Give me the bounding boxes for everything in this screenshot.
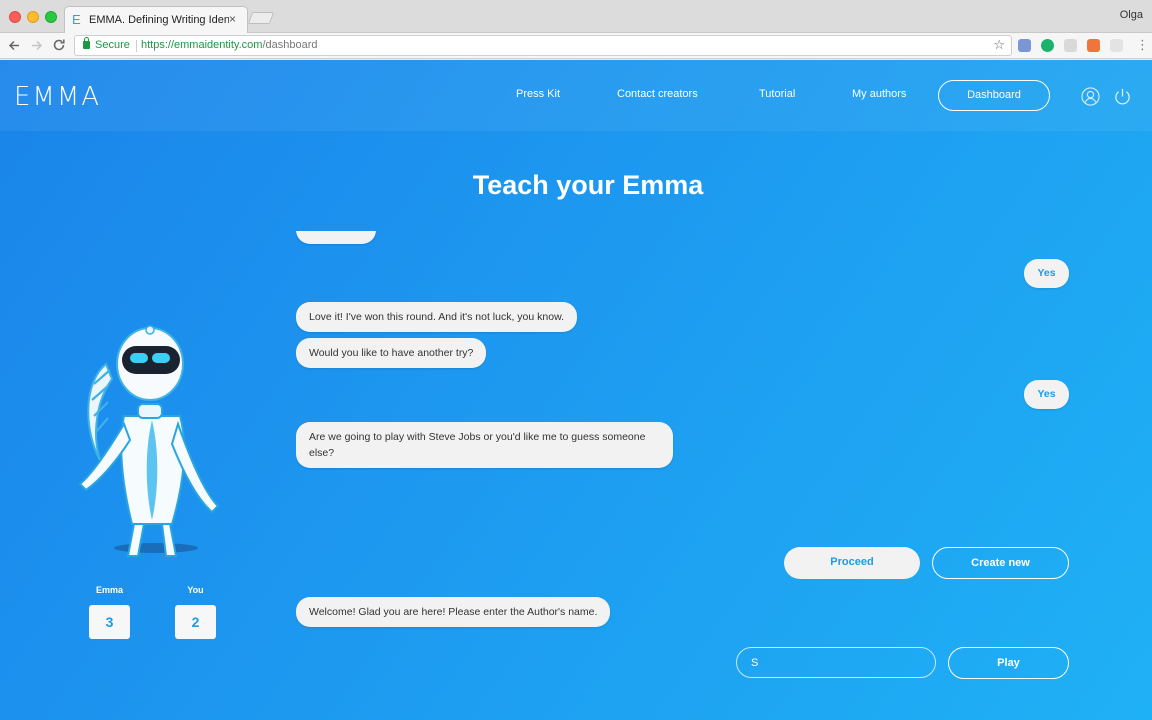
maximize-window-button[interactable] <box>45 11 57 23</box>
emma-robot-illustration <box>78 325 220 557</box>
create-new-button[interactable]: Create new <box>932 547 1069 579</box>
user-reply-yes-bubble: Yes <box>1024 380 1069 409</box>
browser-profile-name[interactable]: Olga <box>1120 9 1143 21</box>
browser-toolbar: Secure https://emmaidentity.com/dashboar… <box>0 33 1152 59</box>
lock-icon <box>83 37 90 49</box>
emma-score-label: Emma <box>95 585 123 595</box>
extension-icon[interactable] <box>1110 39 1123 52</box>
nav-my-authors[interactable]: My authors <box>852 88 906 100</box>
new-tab-button[interactable] <box>247 12 275 24</box>
page: EMMA Press Kit Contact creators Tutorial… <box>0 60 1152 720</box>
user-icon[interactable] <box>1081 87 1100 106</box>
emma-favicon-icon: E <box>72 12 81 27</box>
proceed-button[interactable]: Proceed <box>784 547 920 579</box>
chat-area: Yes Love it! I've won this round. And it… <box>296 231 1070 681</box>
emma-score-value: 3 <box>89 605 130 639</box>
reload-icon[interactable] <box>52 38 66 52</box>
extension-icon[interactable] <box>1087 39 1100 52</box>
menu-icon[interactable]: ⋮ <box>1136 37 1149 53</box>
translate-extension-icon[interactable] <box>1018 39 1031 52</box>
nav-contact-creators[interactable]: Contact creators <box>617 88 698 100</box>
address-bar[interactable]: Secure https://emmaidentity.com/dashboar… <box>74 35 1012 56</box>
tab-title: EMMA. Defining Writing Identity <box>89 14 229 26</box>
play-button[interactable]: Play <box>948 647 1069 679</box>
emma-welcome-bubble: Welcome! Glad you are here! Please enter… <box>296 597 611 627</box>
url-text[interactable]: https://emmaidentity.com/dashboard <box>141 39 318 51</box>
browser-tab-bar: E EMMA. Defining Writing Identity × Olga <box>0 0 1152 33</box>
back-arrow-icon[interactable] <box>8 39 21 52</box>
extension-icon[interactable] <box>1064 39 1077 52</box>
grammarly-extension-icon[interactable] <box>1041 39 1054 52</box>
power-icon[interactable] <box>1113 87 1132 106</box>
dashboard-button[interactable]: Dashboard <box>938 80 1050 111</box>
you-score-label: You <box>187 585 204 595</box>
emma-logo[interactable]: EMMA <box>14 82 101 112</box>
browser-tab[interactable]: E EMMA. Defining Writing Identity × <box>64 6 248 33</box>
minimize-window-button[interactable] <box>27 11 39 23</box>
nav-press-kit[interactable]: Press Kit <box>516 88 560 100</box>
page-title: Teach your Emma <box>472 170 704 200</box>
emma-message-bubble: Would you like to have another try? <box>296 338 487 368</box>
address-separator <box>136 40 137 52</box>
top-navigation: EMMA Press Kit Contact creators Tutorial… <box>0 60 1152 131</box>
url-path: /dashboard <box>262 39 318 51</box>
previous-message-bubble <box>296 231 376 244</box>
emma-message-bubble: Love it! I've won this round. And it's n… <box>296 302 577 332</box>
url-host: https://emmaidentity.com <box>141 39 263 51</box>
author-name-input[interactable] <box>736 647 936 678</box>
secure-label: Secure <box>95 39 130 51</box>
forward-arrow-icon[interactable] <box>30 39 43 52</box>
tab-close-icon[interactable]: × <box>229 12 236 26</box>
emma-message-bubble: Are we going to play with Steve Jobs or … <box>296 422 673 468</box>
star-icon[interactable]: ☆ <box>993 37 1005 53</box>
close-window-button[interactable] <box>9 11 21 23</box>
user-reply-yes-bubble: Yes <box>1024 259 1069 288</box>
you-score-value: 2 <box>175 605 216 639</box>
nav-tutorial[interactable]: Tutorial <box>759 88 795 100</box>
